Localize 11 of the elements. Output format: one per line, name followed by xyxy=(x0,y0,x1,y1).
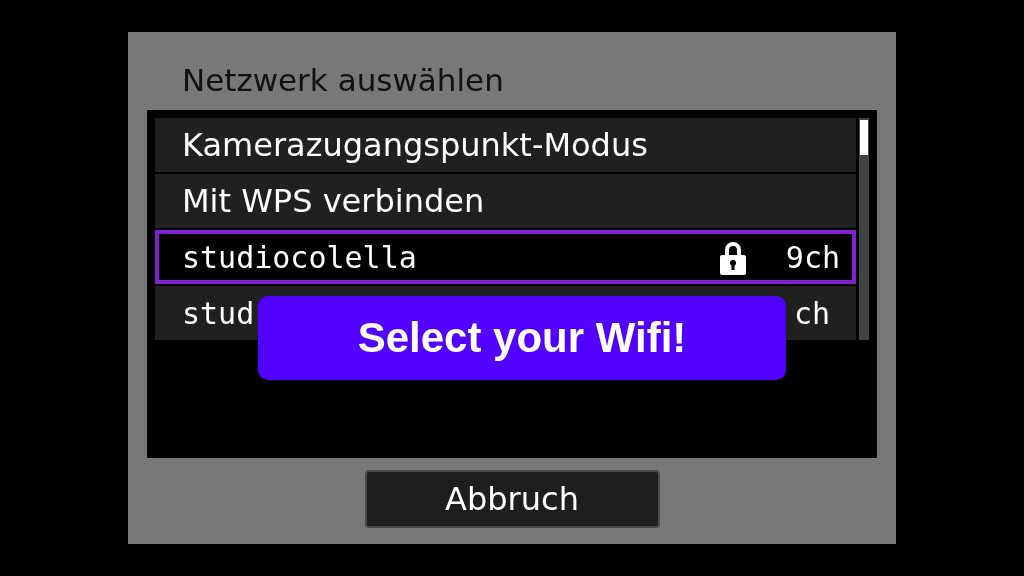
cancel-button[interactable]: Abbruch xyxy=(364,470,660,528)
network-item[interactable]: studiocolella 9ch xyxy=(155,230,856,284)
scroll-bar[interactable] xyxy=(859,118,869,340)
hint-toast: Select your Wifi! xyxy=(258,296,786,380)
dialog-title: Netzwerk auswählen xyxy=(182,61,505,100)
network-name: stud xyxy=(182,295,256,331)
menu-item[interactable]: Mit WPS verbinden xyxy=(155,174,856,228)
network-name: studiocolella xyxy=(182,239,418,275)
menu-item[interactable]: Kamerazugangspunkt-Modus xyxy=(155,118,856,172)
channel-label: ch xyxy=(793,295,830,331)
channel-label: 9ch xyxy=(785,239,840,275)
